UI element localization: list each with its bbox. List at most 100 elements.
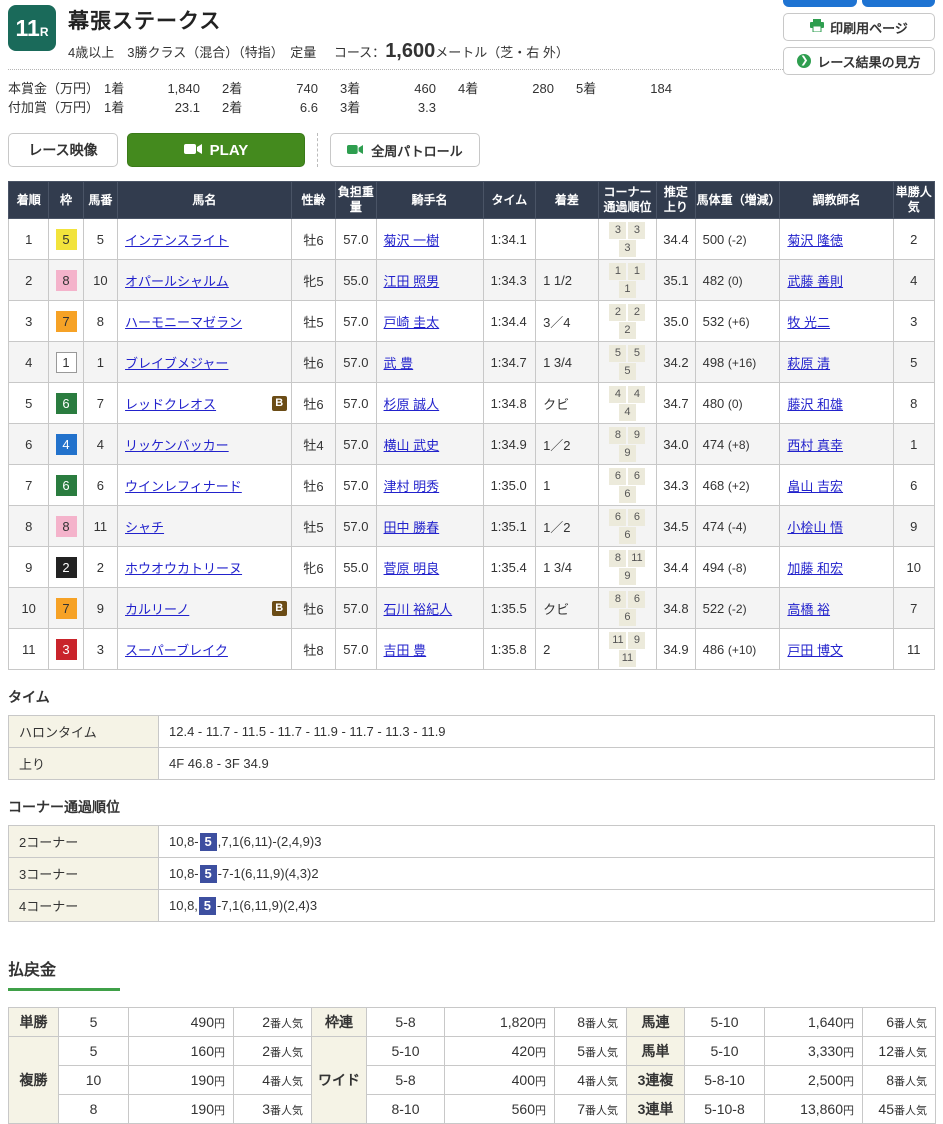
horse-name-link[interactable]: スーパーブレイク: [125, 640, 228, 659]
patrol-video-button[interactable]: 全周パトロール: [330, 133, 480, 167]
wide-popularity: 4番人気: [555, 1066, 627, 1095]
corner-position: 8: [609, 550, 626, 567]
sex-age: 牡6: [291, 383, 335, 424]
prize-value: 460: [378, 79, 436, 98]
corner-position: 6: [609, 509, 626, 526]
finish-position: 5: [9, 383, 49, 424]
finish-time: 1:35.5: [483, 588, 536, 629]
load-weight: 57.0: [336, 219, 376, 260]
waku-badge: 3: [56, 639, 77, 660]
horse-name-link[interactable]: レッドクレオス: [125, 394, 216, 413]
wakuren-label: 枠連: [312, 1008, 367, 1037]
top-blue-button-1[interactable]: [783, 0, 857, 7]
trainer-link[interactable]: 高橋 裕: [787, 602, 830, 617]
result-guide-button[interactable]: ❯ レース結果の見方: [783, 47, 935, 75]
corner-position: 2: [628, 304, 645, 321]
wide-label: ワイド: [312, 1037, 367, 1124]
jockey-link[interactable]: 津村 明秀: [384, 479, 440, 494]
horse-name-link[interactable]: シャチ: [125, 517, 164, 536]
place-label: 3着: [340, 79, 378, 98]
top-blue-button-2[interactable]: [862, 0, 936, 7]
trainer-cell: 牧 光二: [780, 301, 893, 342]
fukusho-amount: 190円: [129, 1066, 234, 1095]
jockey-link[interactable]: 江田 照男: [384, 274, 440, 289]
horse-weight-cell: 474 (-4): [695, 506, 780, 547]
trainer-link[interactable]: 萩原 清: [787, 356, 830, 371]
finish-time: 1:35.1: [483, 506, 536, 547]
win-popularity: 5: [893, 342, 935, 383]
trainer-link[interactable]: 藤沢 和雄: [787, 397, 843, 412]
result-row: 567レッドクレオスB牡657.0杉原 誠人1:34.8クビ44434.7480…: [9, 383, 935, 424]
horse-name-link[interactable]: ハーモニーマゼラン: [125, 312, 242, 331]
load-weight: 55.0: [336, 547, 376, 588]
print-page-button[interactable]: 印刷用ページ: [783, 13, 935, 41]
jockey-cell: 江田 照男: [376, 260, 483, 301]
horse-name-link[interactable]: カルリーノ: [125, 599, 189, 618]
win-popularity: 2: [893, 219, 935, 260]
prize-value: 1,840: [142, 79, 200, 98]
jockey-link[interactable]: 田中 勝春: [384, 520, 440, 535]
jockey-link[interactable]: 杉原 誠人: [384, 397, 440, 412]
result-row: 922ホウオウカトリーヌ牝655.0菅原 明良1:35.41 3/4811934…: [9, 547, 935, 588]
time-section-heading: タイム: [8, 687, 935, 707]
horse-number: 10: [83, 260, 117, 301]
umaren-amount: 1,640円: [765, 1008, 863, 1037]
horse-name-inner: インテンスライト: [125, 230, 287, 249]
trainer-link[interactable]: 西村 真幸: [787, 438, 843, 453]
trainer-cell: 西村 真幸: [780, 424, 893, 465]
trainer-link[interactable]: 小桧山 悟: [787, 520, 843, 535]
wide-number: 8-10: [367, 1095, 445, 1124]
corner-position: 1: [619, 281, 636, 298]
trainer-link[interactable]: 牧 光二: [787, 315, 830, 330]
estimated-agari: 35.0: [657, 301, 695, 342]
horse-name-link[interactable]: インテンスライト: [125, 230, 229, 249]
jockey-link[interactable]: 菅原 明良: [384, 561, 440, 576]
blinker-badge: B: [272, 601, 287, 616]
trainer-link[interactable]: 武藤 善則: [787, 274, 843, 289]
jockey-link[interactable]: 戸崎 圭太: [384, 315, 440, 330]
horse-name-link[interactable]: ブレイブメジャー: [125, 353, 228, 372]
margin: 1: [536, 465, 599, 506]
trainer-link[interactable]: 加藤 和宏: [787, 561, 843, 576]
result-row: 1079カルリーノB牡657.0石川 裕紀人1:35.5クビ86634.8522…: [9, 588, 935, 629]
corner-position: 3: [609, 222, 626, 239]
prize-value: 280: [496, 79, 554, 98]
play-button[interactable]: PLAY: [127, 133, 305, 167]
finish-time: 1:34.3: [483, 260, 536, 301]
jockey-link[interactable]: 吉田 豊: [384, 643, 427, 658]
jockey-link[interactable]: 石川 裕紀人: [384, 602, 453, 617]
horse-name-link[interactable]: ウインレフィナード: [125, 476, 242, 495]
horse-name-link[interactable]: オパールシャルム: [125, 271, 229, 290]
jockey-cell: 横山 武史: [376, 424, 483, 465]
horse-name-link[interactable]: リッケンバッカー: [125, 435, 229, 454]
finish-time: 1:35.0: [483, 465, 536, 506]
column-header: 着差: [536, 182, 599, 219]
horse-weight: 532: [703, 314, 728, 329]
horse-name-inner: レッドクレオスB: [125, 394, 287, 413]
results-header-row: 着順枠馬番馬名性齢負担重量騎手名タイム着差コーナー通過順位推定上り馬体重（増減）…: [9, 182, 935, 219]
wide-amount: 420円: [445, 1037, 555, 1066]
wide-popularity: 5番人気: [555, 1037, 627, 1066]
corner-position: 6: [619, 527, 636, 544]
jockey-link[interactable]: 菊沢 一樹: [384, 233, 440, 248]
trainer-link[interactable]: 戸田 博文: [787, 643, 843, 658]
jockey-link[interactable]: 武 豊: [384, 356, 414, 371]
trainer-link[interactable]: 畠山 吉宏: [787, 479, 843, 494]
result-row: 1133スーパーブレイク牡857.0吉田 豊1:35.821191134.948…: [9, 629, 935, 670]
horse-weight: 482: [703, 273, 728, 288]
payout-row: 単勝 5 490円 2番人気 枠連 5-8 1,820円 8番人気 馬連 5-1…: [9, 1008, 936, 1037]
corner-position: 6: [619, 609, 636, 626]
corner-position: 4: [619, 404, 636, 421]
jockey-link[interactable]: 横山 武史: [384, 438, 440, 453]
horse-weight: 494: [703, 560, 728, 575]
corner-passing-cell: 899: [598, 424, 657, 465]
video-divider: [317, 133, 318, 167]
horse-number: 8: [83, 301, 117, 342]
trainer-link[interactable]: 菊沢 隆徳: [787, 233, 843, 248]
jockey-cell: 武 豊: [376, 342, 483, 383]
race-video-button[interactable]: レース映像: [8, 133, 118, 167]
corner-position: 9: [628, 427, 645, 444]
horse-name-link[interactable]: ホウオウカトリーヌ: [125, 558, 242, 577]
corner-section-heading: コーナー通過順位: [8, 797, 935, 817]
corner-3-label: 3コーナー: [9, 858, 159, 890]
